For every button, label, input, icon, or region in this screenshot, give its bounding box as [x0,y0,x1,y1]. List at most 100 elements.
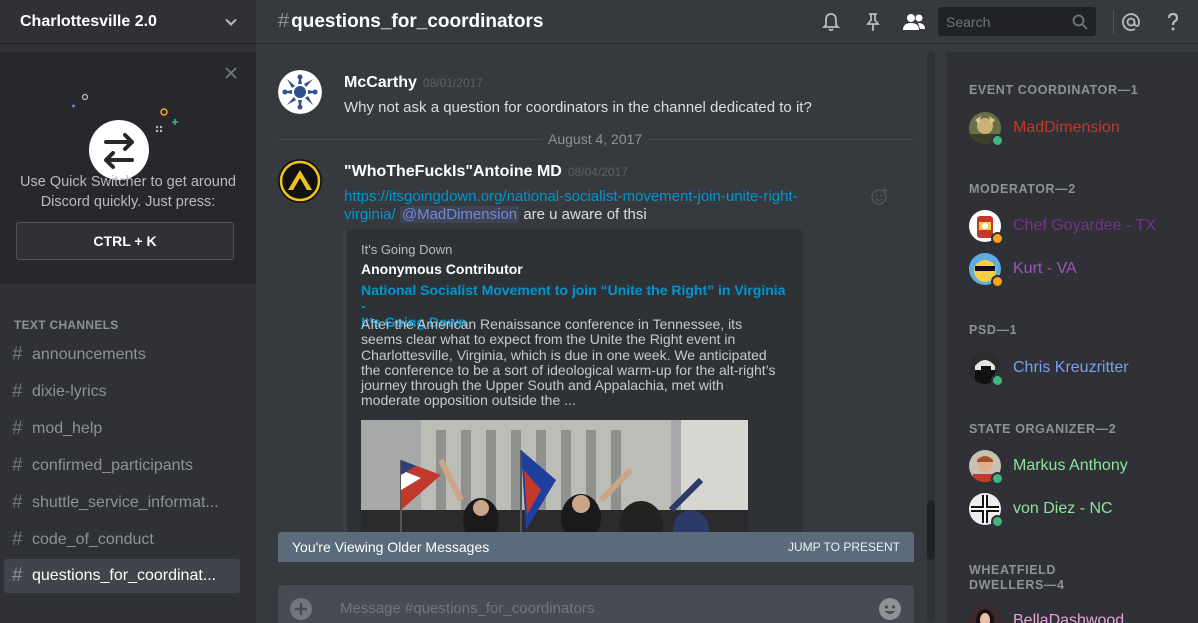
message-text: https://itsgoingdown.org/national-social… [344,188,864,224]
channel-label: questions_for_coordinat... [32,567,217,584]
embed-author: Anonymous Contributor [361,261,523,277]
channel-list: # announcements # dixie-lyrics # mod_help #… [4,336,240,593]
member-item[interactable]: Chef Goyardee - TX [969,209,1189,245]
author-name[interactable]: "WhoTheFuckIs"Antoine MD [344,163,562,180]
message-author[interactable]: McCarthy 08/01/2017 [344,74,483,92]
message-link-cont[interactable]: virginia/ [344,206,396,223]
role-header: PSD—1 [969,323,1018,337]
channel-label: shuttle_service_informat... [32,493,219,511]
embed-description: After the American Renaissance conferenc… [361,316,791,409]
search-placeholder: Search [946,13,991,30]
upload-plus-icon[interactable] [290,598,312,620]
status-online-icon [991,374,1004,387]
channel-title-text: questions_for_coordinators [291,11,544,32]
emoji-icon[interactable] [878,597,902,621]
avatar [969,605,1001,623]
embed-desc-line: After the American Renaissance conferenc… [361,316,743,332]
avatar[interactable] [278,70,322,114]
hash-icon: # [12,380,23,402]
message-author[interactable]: "WhoTheFuckIs"Antoine MD 08/04/2017 [344,163,628,181]
member-item[interactable]: Markus Anthony [969,449,1189,485]
message-timestamp: 08/01/2017 [422,76,483,90]
channel-confirmed-participants[interactable]: # confirmed_participants [4,447,240,484]
member-item[interactable]: BellaDashwood [969,604,1189,623]
status-online-icon [991,472,1004,485]
jump-to-present-button[interactable]: JUMP TO PRESENT [788,540,900,554]
bell-icon[interactable] [820,11,842,33]
hash-icon: # [12,491,23,513]
message-timestamp: 08/04/2017 [567,165,628,179]
embed-image[interactable] [361,420,748,532]
role-header: EVENT COORDINATOR—1 [969,83,1139,97]
role-header: MODERATOR—2 [969,182,1076,196]
embed-desc-line: moderate opposition outside the ... [361,392,576,409]
channel-label: confirmed_participants [32,456,193,474]
status-online-icon [991,134,1004,147]
server-header[interactable]: Charlottesville 2.0 [0,0,256,44]
chat-header: # questions_for_coordinators Search [256,0,1198,44]
status-online-icon [991,515,1004,528]
pin-icon[interactable] [862,11,884,33]
member-item[interactable]: von Diez - NC [969,492,1189,528]
message-text-after: are u aware of thsi [523,206,647,223]
close-icon[interactable] [224,66,238,80]
member-list-icon[interactable] [901,11,927,33]
channel-code-of-conduct[interactable]: # code_of_conduct [4,521,240,558]
chevron-down-icon [225,18,237,26]
channel-announcements[interactable]: # announcements [4,336,240,373]
channel-label: code_of_conduct [32,530,154,548]
channel-shuttle-service[interactable]: # shuttle_service_informat... [4,484,240,521]
embed-desc-line: Charlottesville, Virginia, which is due … [361,346,767,363]
date-divider-label: August 4, 2017 [542,131,649,147]
search-input[interactable]: Search [938,7,1096,36]
channel-sidebar: Charlottesville 2.0 Use Quick Switcher t… [0,0,256,623]
channel-title: # questions_for_coordinators [278,10,543,33]
channel-dixie-lyrics[interactable]: # dixie-lyrics [4,373,240,410]
role-header: WHEATFIELD DWELLERS—4 [969,563,1065,592]
member-item[interactable]: Kurt - VA [969,252,1189,288]
server-name: Charlottesville 2.0 [20,12,157,30]
embed-desc-line: seems clear what to expect from the Unit… [361,331,736,348]
member-name: Chef Goyardee - TX [1013,217,1156,234]
embed-provider[interactable]: It's Going Down [361,242,452,257]
quick-switcher-shortcut-button[interactable]: CTRL + K [16,222,234,260]
avatar[interactable] [278,159,322,203]
text-channels-label: TEXT CHANNELS [14,318,119,332]
search-icon [1072,14,1088,30]
hash-icon: # [278,10,290,32]
embed-title-line[interactable]: National Socialist Movement to join “Uni… [361,282,791,314]
channel-mod-help[interactable]: # mod_help [4,410,240,447]
older-messages-text: You're Viewing Older Messages [292,539,490,555]
member-name: BellaDashwood [1013,612,1125,623]
status-idle-icon [991,232,1004,245]
message-composer[interactable]: Message #questions_for_coordinators [278,585,914,623]
author-name[interactable]: McCarthy [344,74,417,91]
discord-app: Charlottesville 2.0 Use Quick Switcher t… [0,0,1198,623]
link-embed: It's Going Down Anonymous Contributor Na… [343,229,802,532]
status-idle-icon [991,275,1004,288]
message-text: Why not ask a question for coordinators … [344,99,812,116]
member-name: von Diez - NC [1013,500,1113,517]
message-list: McCarthy 08/01/2017 Why not ask a questio… [256,52,926,532]
channel-questions-for-coordinators[interactable]: # questions_for_coordinat... [4,559,240,593]
channel-label: announcements [32,345,146,363]
header-divider [1113,10,1114,34]
member-item[interactable]: Chris Kreuzritter [969,351,1189,387]
message-link[interactable]: https://itsgoingdown.org/national-social… [344,188,798,205]
mentions-icon[interactable] [1120,11,1142,33]
role-header: STATE ORGANIZER—2 [969,422,1117,436]
hash-icon: # [12,417,23,439]
member-item[interactable]: MadDimension [969,111,1189,147]
add-reaction-icon[interactable] [870,186,890,206]
message-scrollbar-thumb[interactable] [927,500,935,560]
member-name: Markus Anthony [1013,457,1128,474]
member-name: Kurt - VA [1013,260,1077,277]
user-mention[interactable]: @MadDimension [399,206,520,223]
older-messages-bar[interactable]: You're Viewing Older Messages JUMP TO PR… [278,532,914,562]
message-input[interactable]: Message #questions_for_coordinators [340,600,594,617]
hash-icon: # [12,565,23,586]
help-icon[interactable] [1162,11,1184,33]
hash-icon: # [12,528,23,550]
hash-icon: # [12,454,23,476]
embed-desc-line: the conference to be a sort of ideologic… [361,361,776,378]
